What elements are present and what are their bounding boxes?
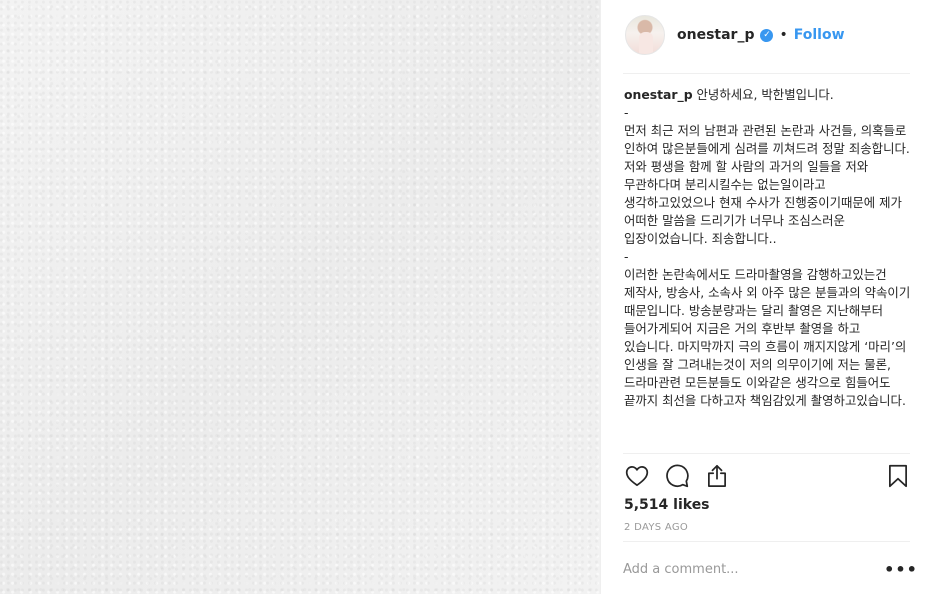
bookmark-icon	[889, 464, 907, 488]
like-button[interactable]	[623, 462, 651, 490]
action-bar	[623, 462, 912, 490]
post-header: onestar_p ✓ • Follow	[625, 15, 910, 55]
comment-button[interactable]	[663, 462, 691, 490]
post-image[interactable]	[0, 0, 600, 594]
share-button[interactable]	[703, 462, 731, 490]
comment-box: •••	[623, 556, 917, 582]
more-options-icon[interactable]: •••	[884, 559, 917, 579]
save-button[interactable]	[884, 462, 912, 490]
separator-dot: •	[779, 27, 788, 43]
comment-input[interactable]	[623, 561, 890, 577]
post-timestamp[interactable]: 2 DAYS AGO	[624, 522, 688, 533]
comment-divider	[623, 541, 910, 542]
post-side-panel: onestar_p ✓ • Follow onestar_p 안녕하세요, 박한…	[600, 0, 932, 594]
follow-button[interactable]: Follow	[794, 27, 845, 43]
caption-divider	[623, 453, 910, 454]
post-caption: onestar_p 안녕하세요, 박한별입니다. - 먼저 최근 저의 남편과 …	[624, 86, 913, 410]
likes-count[interactable]: 5,514 likes	[624, 497, 710, 513]
caption-text: 안녕하세요, 박한별입니다. - 먼저 최근 저의 남편과 관련된 논란과 사건…	[624, 87, 911, 408]
author-username[interactable]: onestar_p	[677, 27, 754, 43]
caption-username[interactable]: onestar_p	[624, 87, 693, 102]
share-icon	[708, 464, 726, 487]
heart-icon	[625, 466, 649, 487]
header-divider	[623, 73, 910, 74]
comment-icon	[666, 464, 689, 488]
instagram-post-view: onestar_p ✓ • Follow onestar_p 안녕하세요, 박한…	[0, 0, 932, 594]
verified-badge-icon: ✓	[760, 28, 774, 42]
avatar[interactable]	[625, 15, 665, 55]
